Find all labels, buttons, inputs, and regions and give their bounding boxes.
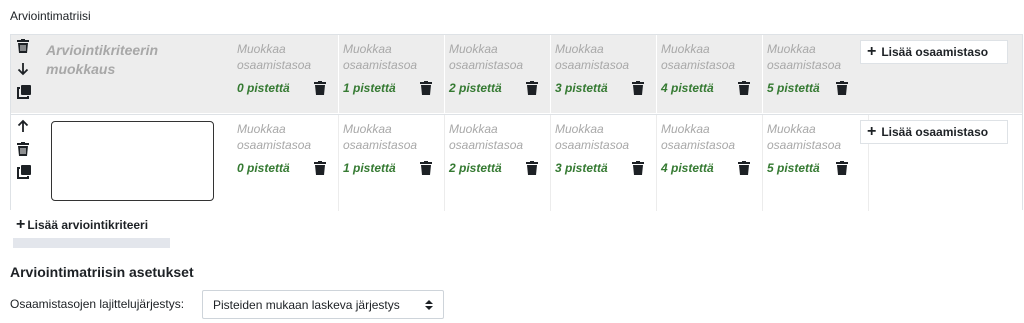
plus-icon: + <box>867 43 877 60</box>
add-criterion-label: Lisää arviointikriteeri <box>27 218 149 232</box>
trash-icon[interactable] <box>738 81 750 95</box>
level-description[interactable]: Muokkaa osaamistasoa <box>555 121 645 153</box>
level-score[interactable]: 3 pistettä <box>555 161 608 175</box>
arrow-up-icon[interactable] <box>17 119 33 137</box>
level-score[interactable]: 3 pistettä <box>555 81 608 95</box>
level-score[interactable]: 4 pistettä <box>661 81 714 95</box>
level-score[interactable]: 1 pistettä <box>343 161 396 175</box>
add-criterion-button[interactable]: + Lisää arviointikriteeri <box>13 212 170 238</box>
add-level-label: Lisää osaamistaso <box>881 45 989 59</box>
level-score[interactable]: 4 pistettä <box>661 161 714 175</box>
level-description[interactable]: Muokkaa osaamistasoa <box>449 41 539 73</box>
criterion-description[interactable]: Arviointikriteerin muokkaus <box>46 41 216 79</box>
level-cell[interactable]: Muokkaa osaamistasoa 1 pistettä <box>339 115 445 211</box>
level-cell[interactable]: Muokkaa osaamistasoa 0 pistettä <box>233 35 339 113</box>
level-cell[interactable]: Muokkaa osaamistasoa 5 pistettä <box>763 35 869 113</box>
criterion-controls <box>17 119 33 188</box>
level-cell[interactable]: Muokkaa osaamistasoa 1 pistettä <box>339 35 445 113</box>
settings-heading: Arviointimatriisin asetukset <box>10 264 194 280</box>
trash-icon[interactable] <box>836 81 848 95</box>
level-cell[interactable]: Muokkaa osaamistasoa 4 pistettä <box>657 115 763 211</box>
duplicate-icon[interactable] <box>17 165 33 183</box>
trash-icon[interactable] <box>17 142 33 160</box>
trash-icon[interactable] <box>836 161 848 175</box>
level-description[interactable]: Muokkaa osaamistasoa <box>343 121 433 153</box>
rubric-table: Arviointikriteerin muokkaus Muokkaa osaa… <box>10 34 1023 211</box>
level-description[interactable]: Muokkaa osaamistasoa <box>661 41 751 73</box>
add-criterion-underline <box>13 238 170 248</box>
criterion-controls <box>17 39 33 108</box>
level-cell[interactable]: Muokkaa osaamistasoa 3 pistettä <box>551 35 657 113</box>
level-cell[interactable]: Muokkaa osaamistasoa 2 pistettä <box>445 35 551 113</box>
level-score[interactable]: 0 pistettä <box>237 81 290 95</box>
level-description[interactable]: Muokkaa osaamistasoa <box>237 121 327 153</box>
level-score[interactable]: 2 pistettä <box>449 81 502 95</box>
level-score[interactable]: 0 pistettä <box>237 161 290 175</box>
trash-icon[interactable] <box>420 81 432 95</box>
level-cell[interactable]: Muokkaa osaamistasoa 5 pistettä <box>763 115 869 211</box>
level-cell[interactable]: Muokkaa osaamistasoa 4 pistettä <box>657 35 763 113</box>
trash-icon[interactable] <box>314 161 326 175</box>
criterion-row-1: Arviointikriteerin muokkaus Muokkaa osaa… <box>11 35 1022 113</box>
add-level-label: Lisää osaamistaso <box>881 125 989 139</box>
level-score[interactable]: 1 pistettä <box>343 81 396 95</box>
criterion-description-input[interactable] <box>51 121 214 201</box>
level-score[interactable]: 5 pistettä <box>767 161 820 175</box>
level-description[interactable]: Muokkaa osaamistasoa <box>767 41 857 73</box>
trash-icon[interactable] <box>17 39 33 57</box>
level-description[interactable]: Muokkaa osaamistasoa <box>661 121 751 153</box>
trash-icon[interactable] <box>738 161 750 175</box>
level-description[interactable]: Muokkaa osaamistasoa <box>343 41 433 73</box>
plus-icon: + <box>16 216 26 233</box>
sort-order-label: Osaamistasojen lajittelujärjestys: <box>10 297 185 311</box>
sort-order-select[interactable]: Pisteiden mukaan laskeva järjestys <box>202 290 444 319</box>
level-cell[interactable]: Muokkaa osaamistasoa 2 pistettä <box>445 115 551 211</box>
add-level-button[interactable]: + Lisää osaamistaso <box>860 40 1008 64</box>
level-cell[interactable]: Muokkaa osaamistasoa 3 pistettä <box>551 115 657 211</box>
level-description[interactable]: Muokkaa osaamistasoa <box>767 121 857 153</box>
add-level-button[interactable]: + Lisää osaamistaso <box>860 120 1008 144</box>
trash-icon[interactable] <box>314 81 326 95</box>
level-score[interactable]: 5 pistettä <box>767 81 820 95</box>
level-description[interactable]: Muokkaa osaamistasoa <box>237 41 327 73</box>
arrow-down-icon[interactable] <box>17 62 33 80</box>
criterion-row-2: Muokkaa osaamistasoa 0 pistettä Muokkaa … <box>11 114 1022 211</box>
duplicate-icon[interactable] <box>17 85 33 103</box>
level-description[interactable]: Muokkaa osaamistasoa <box>555 41 645 73</box>
select-arrows-icon <box>425 299 433 311</box>
level-score[interactable]: 2 pistettä <box>449 161 502 175</box>
trash-icon[interactable] <box>526 161 538 175</box>
trash-icon[interactable] <box>632 81 644 95</box>
plus-icon: + <box>867 123 877 140</box>
level-description[interactable]: Muokkaa osaamistasoa <box>449 121 539 153</box>
trash-icon[interactable] <box>632 161 644 175</box>
section-label: Arviointimatriisi <box>10 9 91 23</box>
level-cell[interactable]: Muokkaa osaamistasoa 0 pistettä <box>233 115 339 211</box>
trash-icon[interactable] <box>526 81 538 95</box>
sort-order-value: Pisteiden mukaan laskeva järjestys <box>213 297 400 312</box>
trash-icon[interactable] <box>420 161 432 175</box>
